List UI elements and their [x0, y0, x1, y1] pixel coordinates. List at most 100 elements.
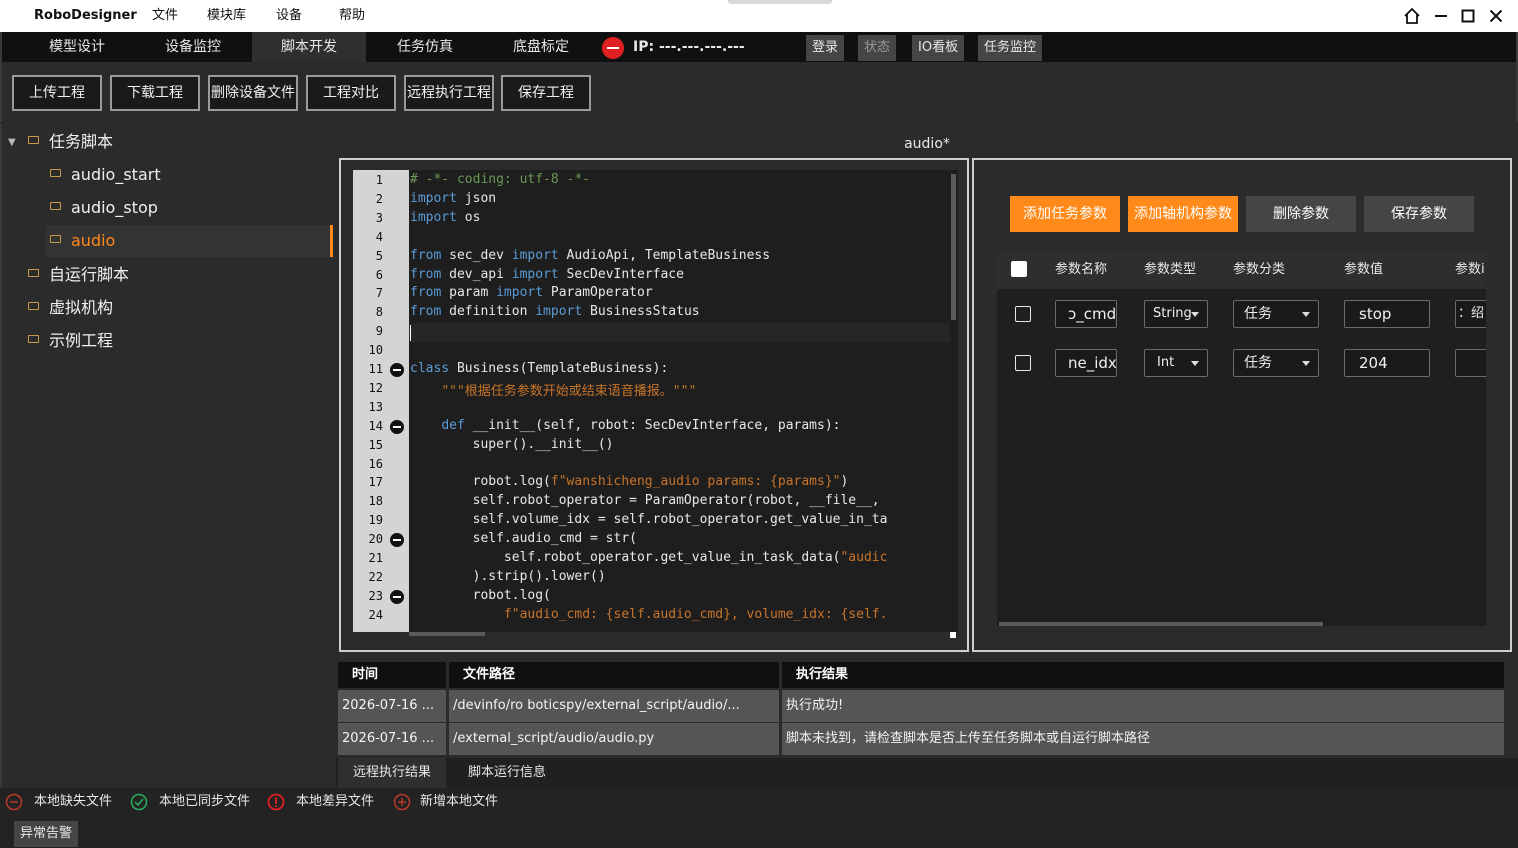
code-line: robot.log(	[410, 587, 551, 603]
param-category-select[interactable]: 任务	[1233, 300, 1319, 328]
menu-device[interactable]: 设备	[276, 0, 302, 32]
save-param-button[interactable]: 保存参数	[1364, 196, 1474, 232]
row-checkbox[interactable]	[1015, 306, 1031, 322]
row-checkbox[interactable]	[1015, 355, 1031, 371]
legend-diff-label: 本地差异文件	[296, 794, 375, 809]
editor-horizontal-scroll-thumb[interactable]	[409, 632, 485, 636]
delete-device-file-button[interactable]: 删除设备文件	[208, 75, 298, 111]
param-type-select[interactable]: String	[1144, 300, 1208, 328]
delete-param-button[interactable]: 删除参数	[1246, 196, 1356, 232]
col-time: 时间	[338, 662, 446, 688]
login-button[interactable]: 登录	[806, 35, 845, 61]
tree-item-audio-start[interactable]: audio_start	[50, 159, 161, 191]
line-number: 10	[368, 343, 383, 358]
line-number: 6	[375, 267, 383, 282]
code-line: self.robot_operator = ParamOperator(robo…	[410, 493, 880, 509]
status-button[interactable]: 状态	[858, 35, 897, 61]
tab-device-monitor[interactable]: 设备监控	[140, 32, 246, 62]
line-number: 21	[368, 551, 383, 565]
tab-script-dev[interactable]: 脚本开发	[252, 32, 366, 62]
folder-icon	[28, 334, 39, 343]
code-line: def __init__(self, robot: SecDevInterfac…	[441, 417, 841, 433]
line-number: 15	[368, 437, 383, 452]
param-category-select[interactable]: 任务	[1233, 349, 1319, 377]
alarm-button[interactable]: 异常告警	[14, 821, 79, 847]
fold-toggle-icon[interactable]	[390, 589, 404, 604]
code-line: # -*- coding: utf-8 -*-	[410, 172, 591, 187]
result-status-cell: 执行成功!	[782, 690, 1504, 722]
upload-project-button[interactable]: 上传工程	[12, 75, 102, 111]
param-value-field[interactable]: 204	[1344, 349, 1430, 377]
fold-toggle-icon[interactable]	[390, 363, 404, 377]
tree-item-audio[interactable]: audio	[46, 225, 333, 257]
folder-icon	[50, 168, 61, 177]
col-file-path: 文件路径	[449, 662, 779, 688]
tab-model-design[interactable]: 模型设计	[24, 32, 130, 62]
line-number: 12	[368, 380, 383, 395]
select-all-checkbox[interactable]	[1011, 261, 1027, 277]
connection-status-icon	[602, 37, 624, 59]
code-line: from sec_dev import AudioApi, TemplateBu…	[410, 247, 771, 263]
editor-scroll-thumb[interactable]	[951, 174, 956, 320]
tree-folder-task-scripts[interactable]: 任务脚本	[28, 126, 113, 158]
download-project-button[interactable]: 下载工程	[110, 75, 200, 111]
col-param-value: 参数值	[1344, 262, 1384, 277]
code-line: ).strip().lower()	[410, 568, 606, 584]
folder-icon	[50, 201, 61, 210]
params-horizontal-scroll-thumb[interactable]	[999, 622, 1323, 626]
param-name-field[interactable]: ne_idx	[1055, 349, 1117, 377]
add-axis-param-button[interactable]: 添加轴机构参数	[1128, 196, 1238, 232]
tree-folder-self-run-scripts[interactable]: 自运行脚本	[28, 259, 129, 291]
menu-help[interactable]: 帮助	[339, 0, 365, 32]
compare-project-button[interactable]: 工程对比	[306, 75, 396, 111]
folder-icon	[28, 301, 39, 310]
col-param-name: 参数名称	[1055, 262, 1108, 277]
code-line: super().__init__()	[410, 436, 614, 452]
menu-file[interactable]: 文件	[152, 0, 178, 32]
alert-circle-icon	[267, 793, 285, 811]
tree-folder-example-projects[interactable]: 示例工程	[28, 325, 113, 357]
io-board-button[interactable]: IO看板	[912, 35, 965, 61]
line-number: 8	[375, 305, 383, 320]
code-line: """根据任务参数开始或结束语音播报。"""	[441, 383, 697, 399]
document-title: audio*	[336, 124, 1518, 158]
param-value-field[interactable]: stop	[1344, 300, 1430, 328]
tab-script-run-info[interactable]: 脚本运行信息	[452, 758, 562, 788]
maximize-icon[interactable]	[1456, 4, 1480, 28]
remote-execute-button[interactable]: 远程执行工程	[404, 75, 494, 111]
line-number: 1	[375, 173, 383, 187]
home-icon[interactable]	[1400, 4, 1424, 28]
fold-toggle-icon[interactable]	[390, 419, 404, 434]
param-extra-field[interactable]: ：绍	[1455, 300, 1486, 328]
line-number: 17	[368, 475, 383, 490]
expand-arrow-icon[interactable]: ▼	[8, 137, 16, 148]
param-name-field[interactable]: ɔ_cmd	[1055, 300, 1117, 328]
code-line: self.audio_cmd = str(	[410, 531, 637, 547]
line-number: 7	[375, 286, 383, 301]
fold-toggle-icon[interactable]	[390, 533, 404, 548]
menu-module-library[interactable]: 模块库	[207, 0, 246, 32]
legend-synced-label: 本地已同步文件	[159, 794, 251, 809]
code-line: import os	[410, 209, 481, 225]
legend-new-label: 新增本地文件	[420, 794, 499, 809]
project-toolbar: 上传工程 下载工程 删除设备文件 工程对比 远程执行工程 保存工程	[0, 62, 1518, 122]
ip-label: IP: ---.---.---.---	[633, 39, 745, 55]
tree-folder-virtual-mechanism[interactable]: 虚拟机构	[28, 292, 113, 324]
tab-task-simulation[interactable]: 任务仿真	[372, 32, 478, 62]
tab-remote-exec-results[interactable]: 远程执行结果	[338, 758, 446, 788]
tree-item-audio-stop[interactable]: audio_stop	[50, 192, 158, 224]
param-extra-field[interactable]	[1455, 349, 1486, 377]
close-icon[interactable]	[1484, 4, 1508, 28]
add-task-param-button[interactable]: 添加任务参数	[1010, 196, 1120, 232]
task-monitor-button[interactable]: 任务监控	[978, 35, 1043, 61]
title-bar: RoboDesigner 文件 模块库 设备 帮助	[0, 0, 1518, 32]
col-param-type: 参数类型	[1144, 262, 1197, 277]
code-editor[interactable]: # -*- coding: utf-8 -*- import json import…	[409, 170, 950, 632]
result-status-cell: 脚本未找到，请检查脚本是否上传至任务脚本或自运行脚本路径	[782, 723, 1504, 755]
col-param-category: 参数分类	[1233, 262, 1286, 277]
minimize-icon[interactable]	[1429, 4, 1453, 28]
tab-chassis-calibration[interactable]: 底盘标定	[488, 32, 594, 62]
param-type-select[interactable]: Int	[1144, 349, 1208, 377]
save-project-button[interactable]: 保存工程	[501, 75, 591, 111]
code-line: self.volume_idx = self.robot_operator.ge…	[410, 512, 888, 528]
